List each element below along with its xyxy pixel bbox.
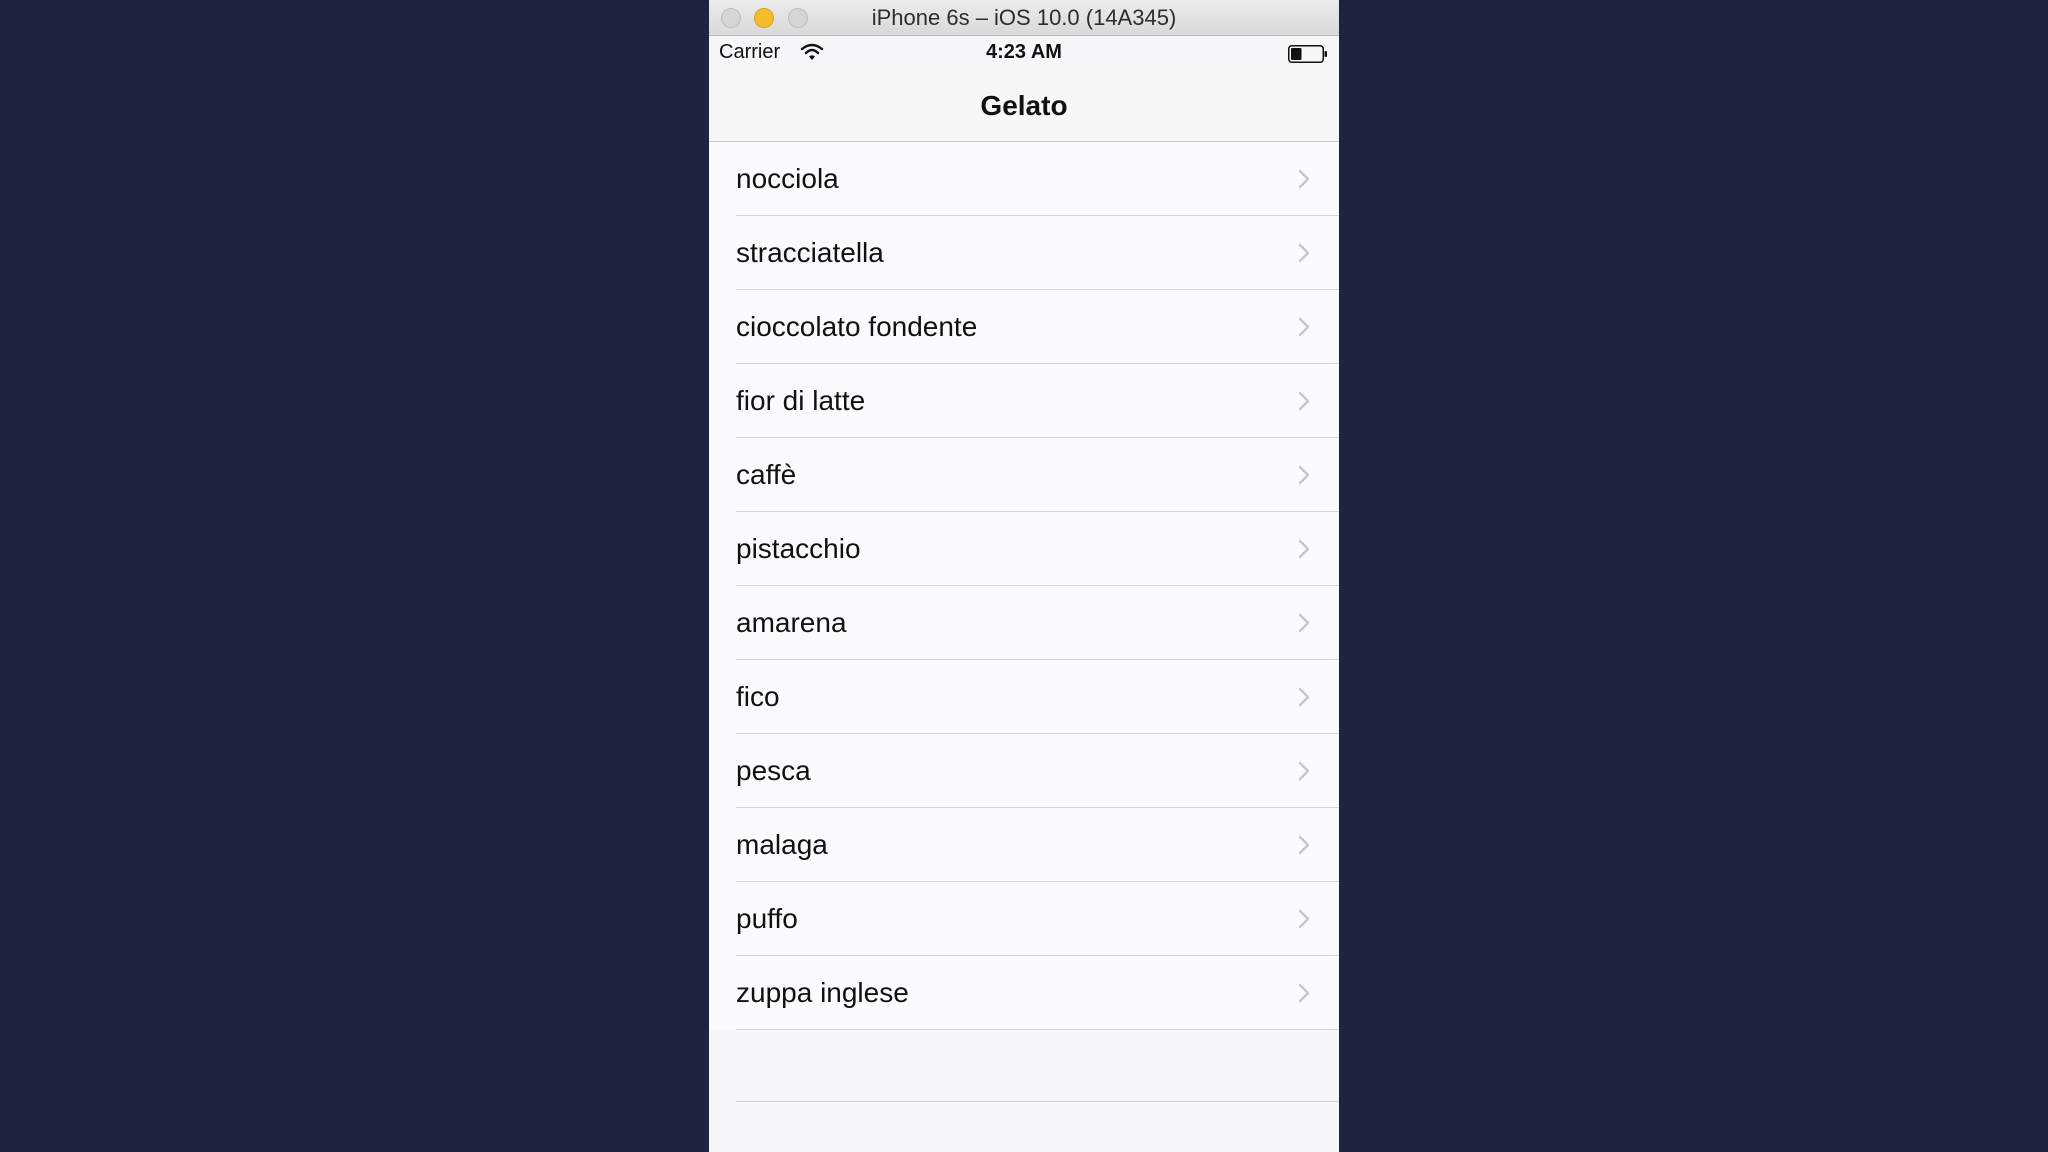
chevron-right-icon [1298,983,1310,1003]
list-item-label: amarena [736,607,847,638]
status-time: 4:23 AM [986,41,1062,63]
chevron-right-icon [1298,391,1310,411]
flavor-table[interactable]: nocciola stracciatella cioccolato fondente… [709,142,1339,1030]
chevron-right-icon [1298,761,1310,781]
list-item[interactable]: pesca [709,734,1339,808]
list-item-label: puffo [736,903,798,934]
list-item-label: malaga [736,829,828,860]
list-item-label: fior di latte [736,385,866,416]
empty-row-separator [736,1101,1339,1102]
nav-title: Gelato [980,90,1068,121]
chevron-right-icon [1298,243,1310,263]
list-item[interactable]: zuppa inglese [709,956,1339,1030]
list-item[interactable]: puffo [709,882,1339,956]
list-item[interactable]: malaga [709,808,1339,882]
list-item-label: caffè [736,459,797,490]
list-item-label: fico [736,681,780,712]
list-item-label: stracciatella [736,237,884,268]
chevron-right-icon [1298,909,1310,929]
simulator-window: iPhone 6s – iOS 10.0 (14A345) Carrier 4:… [709,0,1339,1152]
chevron-right-icon [1298,613,1310,633]
window-title: iPhone 6s – iOS 10.0 (14A345) [871,5,1177,30]
chevron-right-icon [1298,687,1310,707]
chevron-right-icon [1298,539,1310,559]
list-item[interactable]: fior di latte [709,364,1339,438]
list-item-label: pistacchio [736,533,861,564]
navigation-bar: Gelato [709,70,1339,142]
list-item[interactable]: amarena [709,586,1339,660]
list-item[interactable]: pistacchio [709,512,1339,586]
list-item-label: cioccolato fondente [736,311,978,342]
battery-icon [1288,45,1327,63]
list-item-label: nocciola [736,163,839,194]
list-item[interactable]: stracciatella [709,216,1339,290]
window-titlebar[interactable]: iPhone 6s – iOS 10.0 (14A345) [709,0,1339,36]
list-item[interactable]: cioccolato fondente [709,290,1339,364]
list-item[interactable]: caffè [709,438,1339,512]
chevron-right-icon [1298,465,1310,485]
list-item-label: zuppa inglese [736,977,909,1008]
list-item[interactable]: nocciola [709,142,1339,216]
chevron-right-icon [1298,835,1310,855]
chevron-right-icon [1298,317,1310,337]
chevron-right-icon [1298,169,1310,189]
list-item[interactable]: fico [709,660,1339,734]
status-bar: Carrier 4:23 AM [709,36,1339,70]
list-item-label: pesca [736,755,811,786]
